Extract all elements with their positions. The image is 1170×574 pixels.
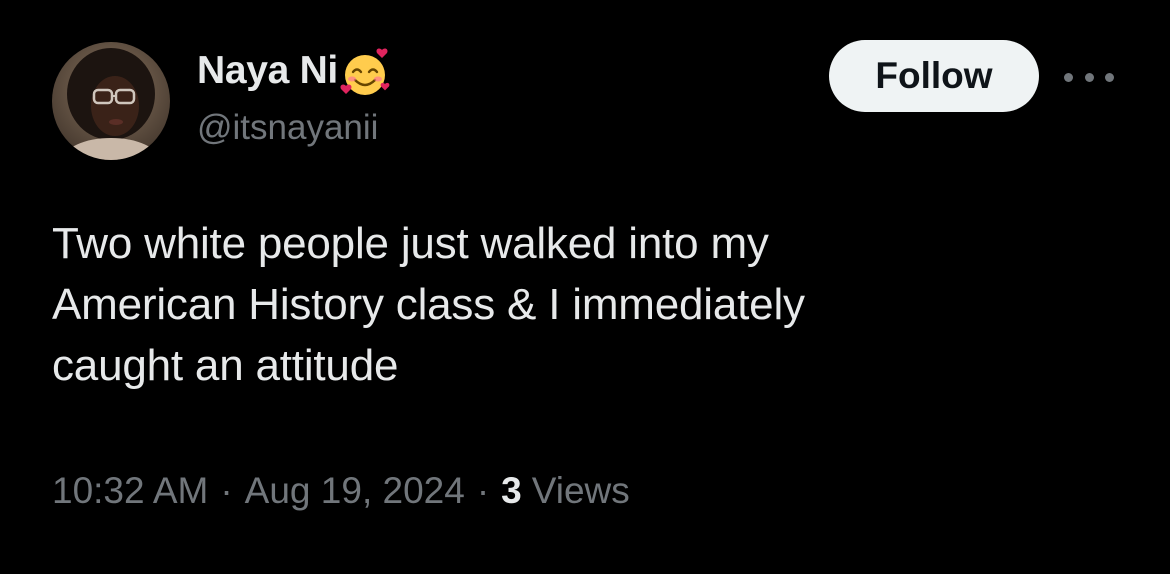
separator: · [476, 470, 490, 511]
avatar[interactable] [52, 42, 170, 160]
tweet-timestamp[interactable]: 10:32 AM [52, 470, 208, 512]
follow-button[interactable]: Follow [829, 40, 1039, 112]
tweet-card: Naya Ni @itsnayanii Follow Two white peo… [0, 0, 1170, 574]
tweet-text-line: caught an attitude [52, 341, 399, 390]
views-count: 3 [501, 470, 522, 511]
tweet-date[interactable]: Aug 19, 2024 [245, 470, 465, 512]
name-row: Naya Ni [197, 44, 392, 98]
tweet-meta: 10:32 AM · Aug 19, 2024 · 3 Views [52, 470, 630, 512]
dot [1064, 72, 1073, 82]
dot [1105, 72, 1114, 82]
display-name[interactable]: Naya Ni [197, 49, 338, 93]
smiling-face-with-hearts-icon [338, 46, 392, 100]
separator: · [220, 470, 233, 511]
user-handle[interactable]: @itsnayanii [197, 108, 378, 148]
tweet-text-line: Two white people just walked into my [52, 219, 769, 268]
dot [1084, 72, 1094, 82]
tweet-text: Two white people just walked into my Ame… [52, 213, 1112, 396]
tweet-text-line: American History class & I immediately [52, 280, 805, 329]
views-label: Views [531, 470, 630, 511]
more-horizontal-icon[interactable] [1064, 62, 1114, 92]
